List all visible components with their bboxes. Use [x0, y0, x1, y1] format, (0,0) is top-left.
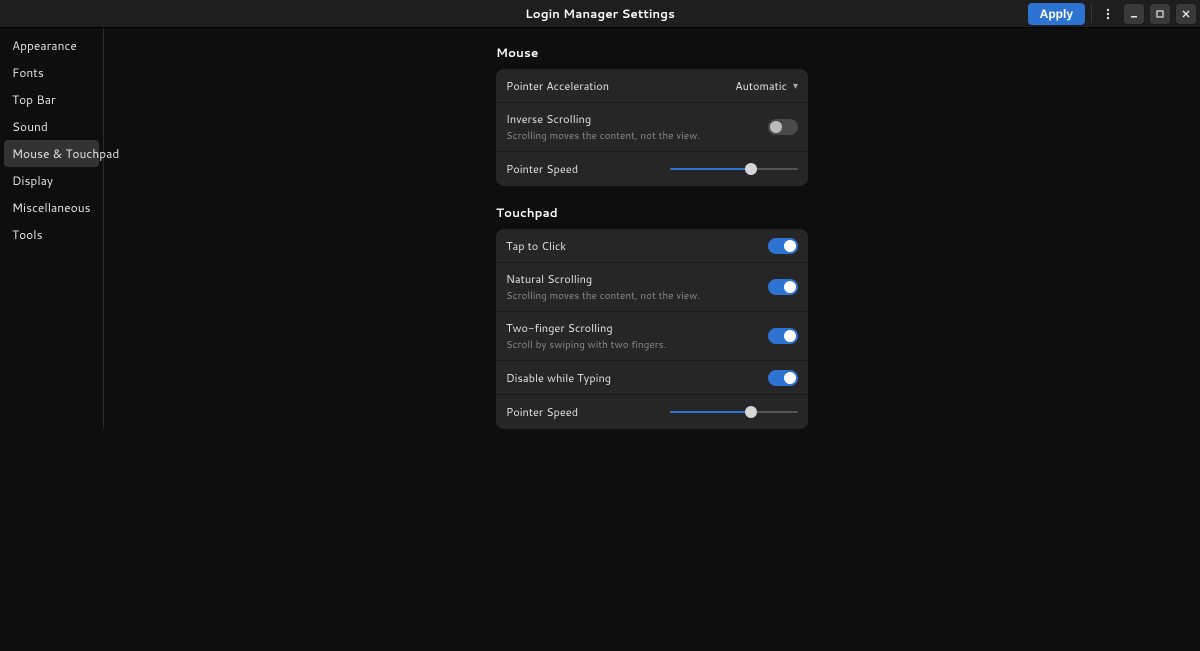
row-pointer-acceleration[interactable]: Pointer Acceleration Automatic ▾: [496, 69, 808, 103]
label-two-finger-scrolling: Two-finger Scrolling: [506, 320, 768, 336]
close-button[interactable]: [1176, 4, 1196, 24]
settings-panel: Mouse Pointer Acceleration Automatic ▾: [496, 44, 808, 651]
label-touchpad-pointer-speed: Pointer Speed: [506, 404, 670, 420]
subtitle-natural-scrolling: Scrolling moves the content, not the vie…: [506, 289, 768, 303]
switch-natural-scrolling[interactable]: [768, 279, 798, 295]
row-tap-to-click: Tap to Click: [496, 229, 808, 263]
sidebar-item-top-bar[interactable]: Top Bar: [4, 86, 99, 113]
switch-inverse-scrolling[interactable]: [768, 119, 798, 135]
subtitle-inverse-scrolling: Scrolling moves the content, not the vie…: [506, 129, 768, 143]
label-disable-while-typing: Disable while Typing: [506, 370, 768, 386]
chevron-down-icon: ▾: [793, 79, 798, 93]
section-title-touchpad: Touchpad: [496, 204, 808, 221]
switch-disable-while-typing[interactable]: [768, 370, 798, 386]
label-inverse-scrolling: Inverse Scrolling: [506, 111, 768, 127]
switch-tap-to-click[interactable]: [768, 238, 798, 254]
subtitle-two-finger-scrolling: Scroll by swiping with two fingers.: [506, 338, 768, 352]
dropdown-pointer-acceleration[interactable]: Automatic ▾: [735, 78, 798, 94]
group-mouse: Pointer Acceleration Automatic ▾ Inverse…: [496, 69, 808, 186]
section-touchpad: Touchpad Tap to Click Natural Scrolling: [496, 204, 808, 429]
minimize-icon: [1129, 9, 1139, 19]
row-natural-scrolling: Natural Scrolling Scrolling moves the co…: [496, 263, 808, 312]
label-mouse-pointer-speed: Pointer Speed: [506, 161, 670, 177]
sidebar-item-fonts[interactable]: Fonts: [4, 59, 99, 86]
row-two-finger-scrolling: Two-finger Scrolling Scroll by swiping w…: [496, 312, 808, 361]
row-mouse-pointer-speed: Pointer Speed: [496, 152, 808, 186]
row-touchpad-pointer-speed: Pointer Speed: [496, 395, 808, 429]
row-disable-while-typing: Disable while Typing: [496, 361, 808, 395]
sidebar: Appearance Fonts Top Bar Sound Mouse & T…: [0, 28, 104, 428]
apply-button[interactable]: Apply: [1028, 3, 1085, 25]
label-pointer-acceleration: Pointer Acceleration: [506, 78, 735, 94]
separator: [1091, 5, 1092, 23]
main-pane: Mouse Pointer Acceleration Automatic ▾: [104, 28, 1200, 651]
sidebar-item-miscellaneous[interactable]: Miscellaneous: [4, 194, 99, 221]
headerbar: Login Manager Settings Apply: [0, 0, 1200, 28]
sidebar-item-display[interactable]: Display: [4, 167, 99, 194]
minimize-button[interactable]: [1124, 4, 1144, 24]
maximize-button[interactable]: [1150, 4, 1170, 24]
sidebar-item-mouse-touchpad[interactable]: Mouse & Touchpad: [4, 140, 99, 167]
group-touchpad: Tap to Click Natural Scrolling Scrolling…: [496, 229, 808, 429]
sidebar-item-tools[interactable]: Tools: [4, 221, 99, 248]
label-tap-to-click: Tap to Click: [506, 238, 768, 254]
sidebar-item-sound[interactable]: Sound: [4, 113, 99, 140]
slider-mouse-pointer-speed[interactable]: [670, 161, 798, 177]
window-title: Login Manager Settings: [0, 5, 1200, 22]
row-inverse-scrolling: Inverse Scrolling Scrolling moves the co…: [496, 103, 808, 152]
close-icon: [1181, 9, 1191, 19]
section-title-mouse: Mouse: [496, 44, 808, 61]
dropdown-value: Automatic: [735, 78, 787, 94]
slider-touchpad-pointer-speed[interactable]: [670, 404, 798, 420]
maximize-icon: [1155, 9, 1165, 19]
label-natural-scrolling: Natural Scrolling: [506, 271, 768, 287]
menu-button[interactable]: [1098, 4, 1118, 24]
content: Appearance Fonts Top Bar Sound Mouse & T…: [0, 28, 1200, 651]
switch-two-finger-scrolling[interactable]: [768, 328, 798, 344]
section-mouse: Mouse Pointer Acceleration Automatic ▾: [496, 44, 808, 186]
sidebar-item-appearance[interactable]: Appearance: [4, 32, 99, 59]
kebab-icon: [1102, 8, 1114, 20]
